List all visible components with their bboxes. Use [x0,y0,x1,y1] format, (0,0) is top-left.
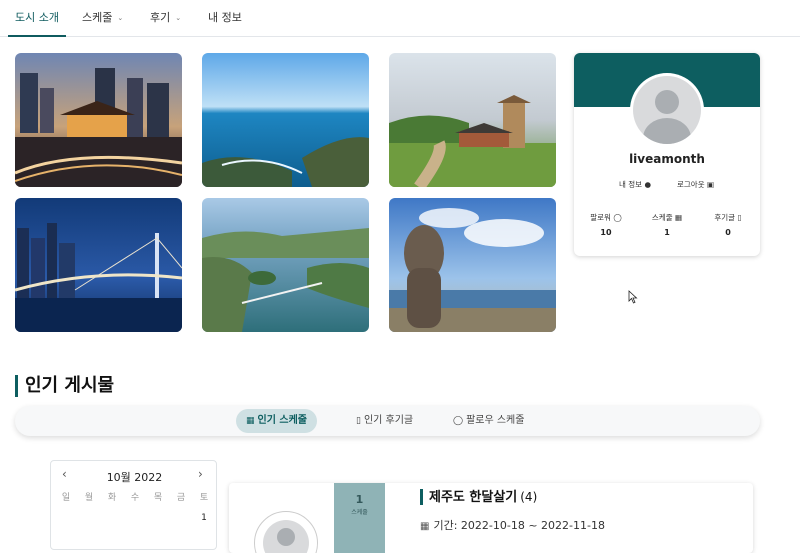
nav-review-label: 후기 [150,11,171,24]
my-info-link[interactable]: 내 정보 ● [619,179,651,190]
busan-bridge-night-image [15,198,182,332]
seoul-night-gate-photo[interactable] [15,53,182,187]
tab-popular-review-label: 인기 후기글 [363,415,414,426]
tab-popular-review[interactable]: ▯ 인기 후기글 [346,409,423,433]
calendar-icon: ▦ [246,416,255,426]
top-nav: 도시 소개 스케줄 ⌄ 후기 ⌄ 내 정보 [0,0,800,37]
username: liveamonth [629,152,705,166]
user-avatar-icon [263,520,309,553]
jeju-stone-statue-image [389,198,556,332]
chevron-down-icon: ⌄ [117,14,124,22]
nav-schedule-label: 스케줄 [82,11,113,24]
stat-followers-text: 팔로워 [590,213,611,222]
avatar [630,73,704,147]
calendar-month-label: 10월 2022 [106,471,163,484]
weekday-label: 일 [61,493,71,503]
tab-follow-schedule[interactable]: ◯ 팔로우 스케줄 [443,409,534,433]
stat-reviews-text: 후기글 [714,213,736,222]
user-icon: ◯ [613,213,622,222]
temple-pagoda-photo[interactable] [389,53,556,187]
calendar-icon: ▦ [420,521,430,532]
tab-follow-schedule-label: 팔로우 스케줄 [466,415,525,426]
user-avatar-icon [633,76,701,144]
calendar-day[interactable]: 1 [193,513,215,523]
ocean-coast-photo[interactable] [202,53,369,187]
user-icon: ● [644,180,652,189]
popular-tabbar: ▦ 인기 스케줄 ▯ 인기 후기글 ◯ 팔로우 스케줄 [15,406,760,436]
stat-reviews-value: 0 [725,228,731,237]
stat-schedules-label[interactable]: 스케줄 ▦ [642,212,692,223]
schedule-period: ▦ 기간: 2022-10-18 ~ 2022-11-18 [420,517,605,533]
weekday-label: 토 [199,493,209,503]
weekday-label: 화 [107,493,117,503]
harbor-islands-image [202,198,369,332]
chevron-down-icon: ⌄ [175,14,182,22]
schedule-day-label: 스케줄 [351,509,368,516]
popular-section-title: 인기 게시물 [15,375,114,397]
mini-calendar: ‹ 10월 2022 › 일 월 화 수 목 금 토 1 [50,460,217,550]
nav-city-intro[interactable]: 도시 소개 [8,0,66,37]
nav-schedule[interactable]: 스케줄 ⌄ [82,0,123,37]
schedule-title-text: 제주도 한달살기 [429,490,518,505]
nav-my-info[interactable]: 내 정보 [208,0,242,37]
weekday-label: 수 [130,493,140,503]
book-icon: ▯ [356,416,361,426]
lock-icon: ▣ [707,180,715,189]
popular-schedule-card[interactable]: 1 스케줄 제주도 한달살기 (4) ▦ 기간: 2022-10-18 ~ 2022… [229,483,753,553]
nav-my-info-label: 내 정보 [208,11,242,24]
schedule-period-text: 기간: 2022-10-18 ~ 2022-11-18 [433,519,605,532]
nav-review[interactable]: 후기 ⌄ [150,0,181,37]
weekday-label: 목 [153,493,163,503]
user-icon: ◯ [453,416,464,426]
weekday-label: 금 [176,493,186,503]
jeju-stone-statue-photo[interactable] [389,198,556,332]
seoul-night-gate-image [15,53,182,187]
busan-bridge-night-photo[interactable] [15,198,182,332]
calendar-icon: ▦ [675,213,683,222]
harbor-islands-photo[interactable] [202,198,369,332]
stat-schedules-text: 스케줄 [651,213,673,222]
ocean-coast-image [202,53,369,187]
schedule-day-box: 1 스케줄 [334,483,385,553]
nav-city-intro-label: 도시 소개 [15,11,59,24]
tab-popular-schedule-label: 인기 스케줄 [257,415,307,426]
temple-pagoda-image [389,53,556,187]
schedule-title[interactable]: 제주도 한달살기 (4) [420,489,537,505]
stat-followers-value: 10 [600,228,612,237]
my-info-link-label: 내 정보 [619,180,643,189]
schedule-day-number: 1 [355,493,364,506]
tab-popular-schedule[interactable]: ▦ 인기 스케줄 [236,409,317,433]
mouse-cursor-icon [628,290,638,304]
weekday-label: 월 [84,493,94,503]
book-icon: ▯ [737,213,742,222]
avatar [254,511,318,553]
stat-reviews-label[interactable]: 후기글 ▯ [703,212,753,223]
schedule-count: (4) [520,490,538,504]
chevron-right-icon[interactable]: › [198,467,203,481]
profile-card: liveamonth 내 정보 ● 로그아웃 ▣ 팔로워 ◯ 10 스케줄 ▦ … [574,53,760,256]
stat-schedules-value: 1 [664,228,670,237]
logout-link-label: 로그아웃 [677,180,705,189]
stat-followers-label[interactable]: 팔로워 ◯ [581,212,631,223]
logout-link[interactable]: 로그아웃 ▣ [677,179,714,190]
